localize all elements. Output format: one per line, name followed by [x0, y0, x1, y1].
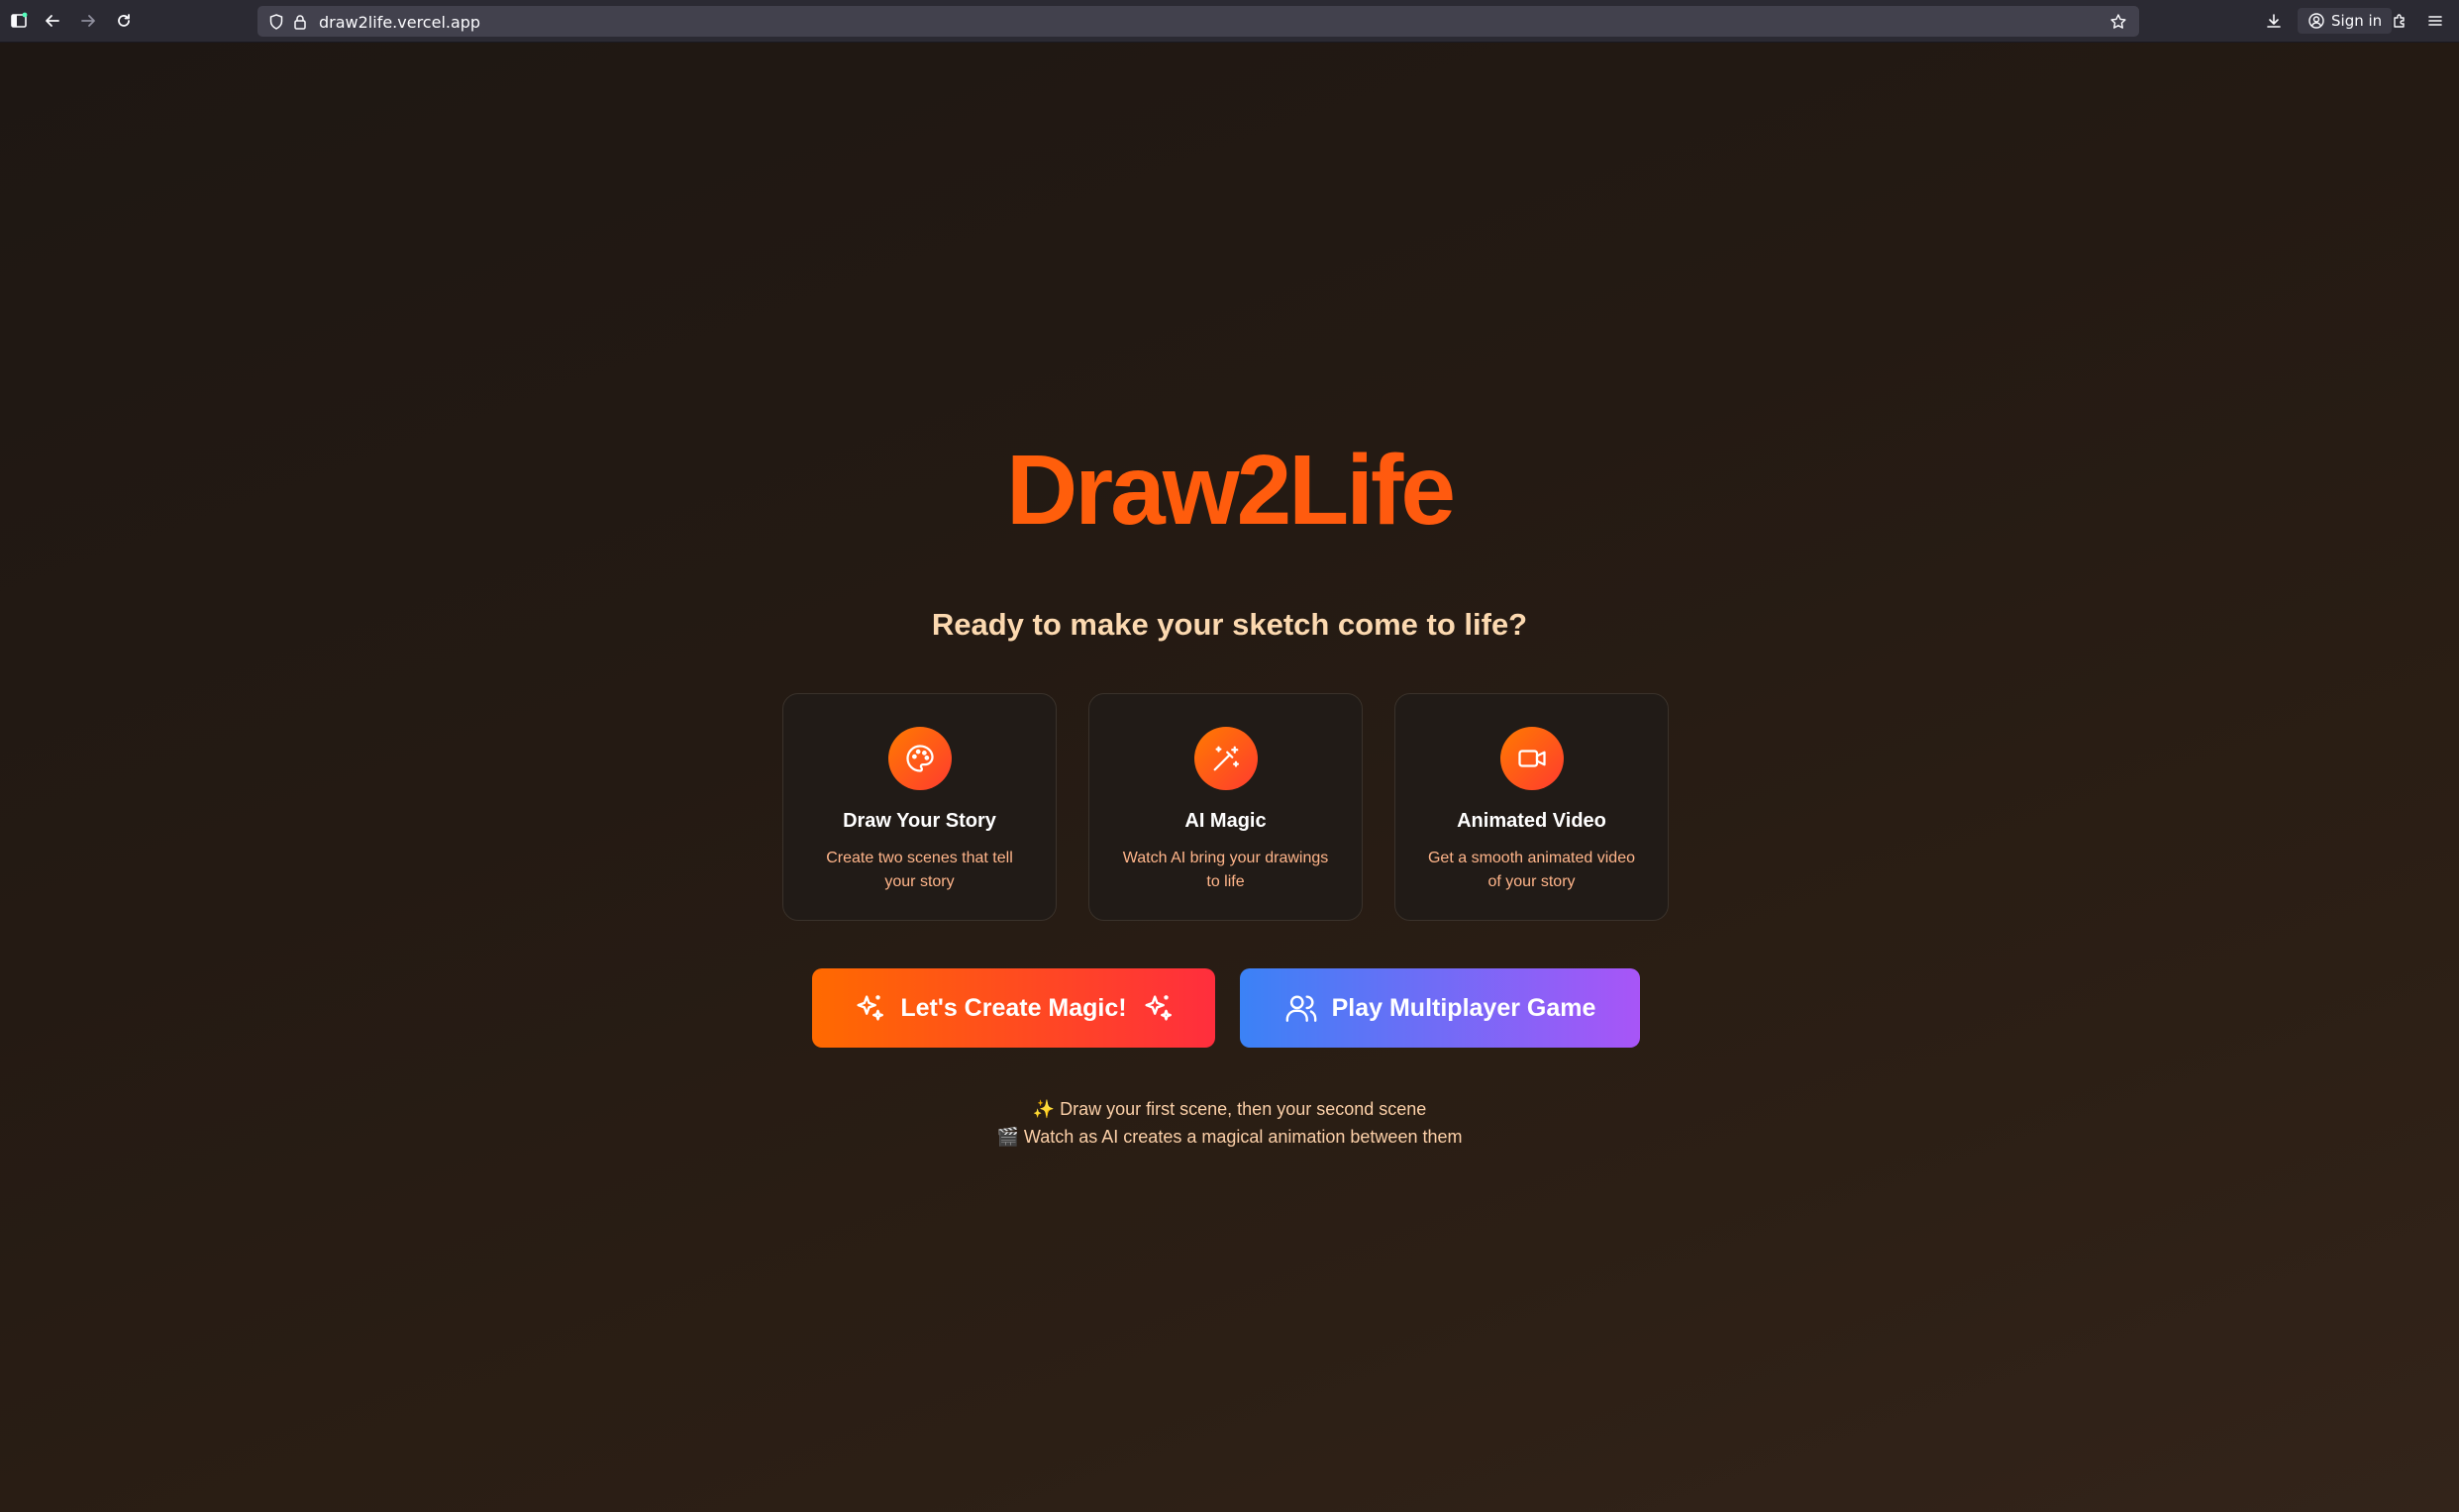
feature-card-draw-story: Draw Your Story Create two scenes that t… — [782, 693, 1057, 921]
sparkles-icon — [1145, 995, 1172, 1021]
create-magic-button[interactable]: Let's Create Magic! — [812, 968, 1215, 1048]
feature-card-animated-video: Animated Video Get a smooth animated vid… — [1394, 693, 1669, 921]
feature-description: Get a smooth animated video of your stor… — [1427, 850, 1635, 890]
sparkles-icon — [857, 995, 884, 1021]
extensions-icon[interactable] — [2387, 8, 2412, 34]
forward-arrow-icon[interactable] — [75, 8, 101, 34]
sidebar-toggle-icon[interactable] — [6, 8, 32, 34]
page-content: Draw2Life Ready to make your sketch come… — [0, 43, 2459, 1512]
download-icon[interactable] — [2261, 8, 2287, 34]
sign-in-label: Sign in — [2331, 12, 2383, 30]
feature-description: Create two scenes that tell your story — [826, 850, 1013, 890]
url-text[interactable]: draw2life.vercel.app — [319, 13, 480, 32]
reload-icon[interactable] — [111, 8, 137, 34]
hero-subtitle: Ready to make your sketch come to life? — [931, 607, 1528, 642]
feature-title: Animated Video — [1457, 810, 1606, 832]
account-icon — [2308, 13, 2324, 29]
hint-line-1: ✨ Draw your first scene, then your secon… — [1032, 1099, 1427, 1119]
magic-wand-icon — [1193, 727, 1258, 790]
sign-in-button[interactable]: Sign in — [2298, 8, 2393, 34]
menu-hamburger-icon[interactable] — [2422, 8, 2448, 34]
tracking-shield-icon[interactable] — [263, 9, 289, 35]
hero-title: Draw2Life — [0, 434, 2459, 548]
address-bar[interactable]: draw2life.vercel.app — [257, 6, 2139, 37]
hint-line-2: 🎬 Watch as AI creates a magical animatio… — [996, 1127, 1463, 1147]
palette-icon — [887, 727, 952, 790]
feature-title: AI Magic — [1184, 810, 1267, 832]
browser-toolbar: draw2life.vercel.app Sign in — [0, 0, 2459, 43]
multiplayer-game-button[interactable]: Play Multiplayer Game — [1240, 968, 1640, 1048]
feature-description: Watch AI bring your drawings to life — [1122, 850, 1329, 890]
lock-icon[interactable] — [287, 9, 313, 35]
video-camera-icon — [1499, 727, 1564, 790]
feature-title: Draw Your Story — [843, 810, 996, 832]
feature-cards: Draw Your Story Create two scenes that t… — [782, 693, 1670, 921]
feature-card-ai-magic: AI Magic Watch AI bring your drawings to… — [1088, 693, 1363, 921]
multiplayer-game-label: Play Multiplayer Game — [1331, 993, 1596, 1022]
users-icon — [1285, 995, 1316, 1022]
back-arrow-icon[interactable] — [40, 8, 65, 34]
create-magic-label: Let's Create Magic! — [900, 993, 1127, 1022]
bookmark-star-icon[interactable] — [2105, 9, 2131, 35]
